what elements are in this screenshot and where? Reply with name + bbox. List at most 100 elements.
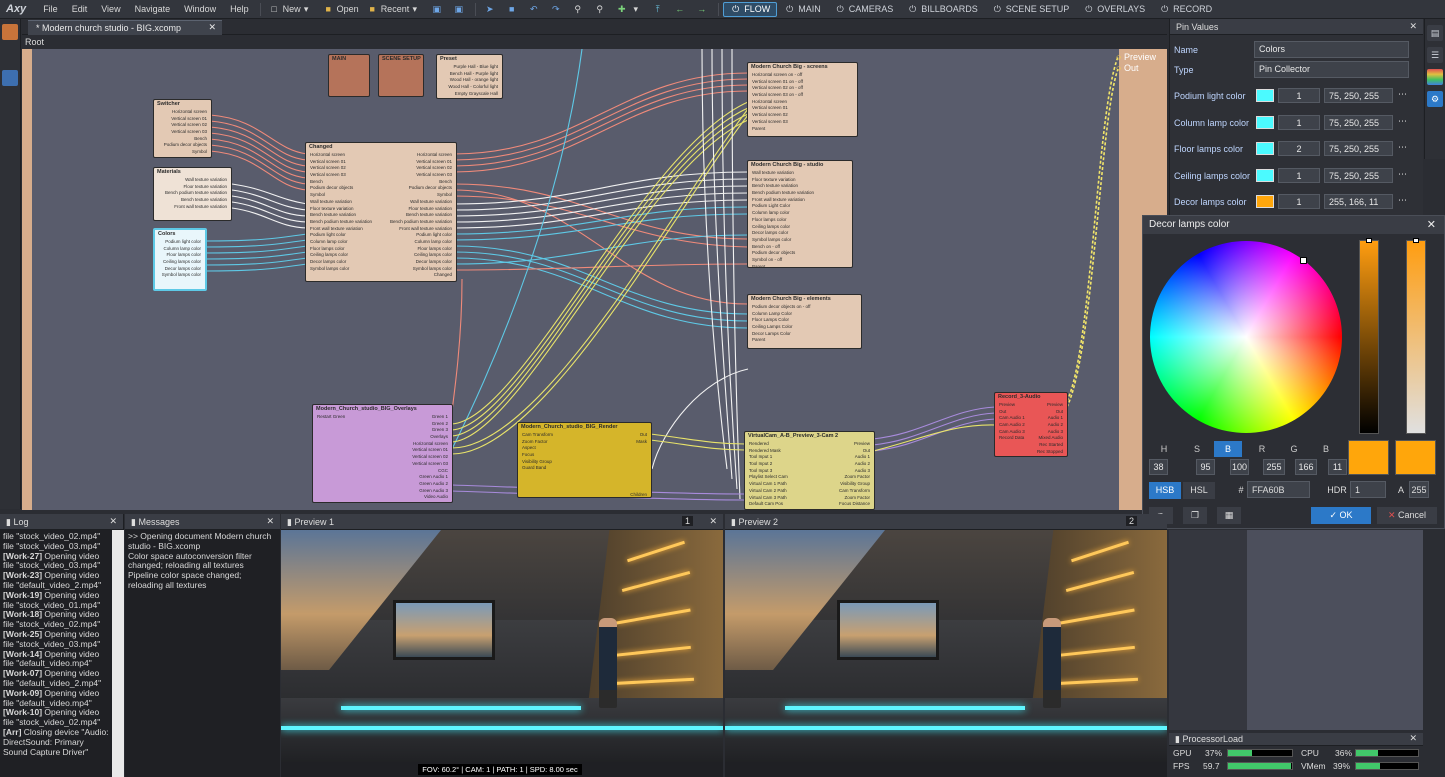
recent-button[interactable]: ■ Recent ▾ (363, 4, 428, 15)
node-output-pin[interactable]: Green Audio 1 (408, 474, 452, 481)
node-pin[interactable]: Symbol lamps color (748, 237, 852, 244)
node-pin[interactable]: Vertical screen 03 (154, 129, 211, 136)
node-scene-setup[interactable]: SCENE SETUP (378, 54, 424, 97)
node-output-pin[interactable]: Changed (386, 272, 456, 279)
pin-count-input[interactable]: 1 (1278, 88, 1320, 103)
node-input-pin[interactable]: Virtual Cam 1 Path (745, 481, 792, 488)
node-pin[interactable]: Bench Hall - Purple light (437, 71, 502, 78)
node-output-pin[interactable] (612, 459, 651, 466)
close-icon[interactable]: ✕ (1409, 21, 1417, 32)
node-input-pin[interactable]: Rendered (745, 441, 792, 448)
node-pin[interactable]: Podium decor objects (748, 250, 852, 257)
node-input-pin[interactable]: Restart Green (313, 414, 349, 421)
node-output-pin[interactable]: Focus Distance (835, 501, 874, 508)
node-pin[interactable]: Horizontal screen (154, 109, 211, 116)
menu-file[interactable]: File (36, 4, 65, 14)
node-output-pin[interactable]: Audio 3 (1033, 429, 1067, 436)
node-output-pin[interactable]: CGC (408, 468, 452, 475)
node-output-pin[interactable]: Green Audio 2 (408, 481, 452, 488)
node-output-pin[interactable]: Mixed Audio (1033, 435, 1067, 442)
node-input-pin[interactable]: Record Data (995, 435, 1029, 442)
node-pin[interactable]: Vertical screen 02 (748, 112, 857, 119)
node-output-pin[interactable]: Floor texture variation (386, 206, 456, 213)
channel-r-label[interactable]: R (1248, 441, 1276, 457)
save-button[interactable]: ▣ (427, 4, 449, 15)
node-pin[interactable]: Symbol on - off (748, 257, 852, 264)
node-input-pin[interactable]: Cam Audio 3 (995, 429, 1029, 436)
node-output-pin[interactable]: Vertical screen 01 (386, 159, 456, 166)
channel-b-input[interactable]: 100 (1230, 459, 1249, 475)
menu-window[interactable]: Window (177, 4, 223, 14)
node-pin[interactable]: Vertical screen 01 (748, 105, 857, 112)
node-input-pin[interactable]: Guard Band (518, 465, 557, 472)
node-pin[interactable]: Bench podium texture variation (154, 190, 231, 197)
node-output-pin[interactable]: Audio 1 (1033, 415, 1067, 422)
node-switcher[interactable]: Switcher Horizontal screen Vertical screen… (153, 99, 212, 158)
node-input-pin[interactable]: Default Cam Pos (745, 501, 792, 508)
rect-tool-button[interactable]: ■ (502, 4, 524, 15)
node-pin[interactable]: Ceiling lamps color (155, 259, 205, 266)
node-output-pin[interactable]: Bench podium texture variation (386, 219, 456, 226)
preview-2-viewport[interactable] (725, 530, 1167, 762)
node-input-pin[interactable]: Tool Input 1 (745, 454, 792, 461)
hsb-mode-button[interactable]: HSB (1149, 482, 1181, 499)
node-input-pin[interactable]: Rendered Mask (745, 448, 792, 455)
alpha-slider-handle[interactable] (1413, 238, 1419, 243)
preview-1-selector[interactable]: 1 (681, 516, 693, 526)
node-output-pin[interactable]: Podium decor objects (386, 185, 456, 192)
mode-scene-setup[interactable]: ⏻ SCENE SETUP (985, 4, 1077, 15)
node-pin[interactable]: Decor Lamps Color (748, 331, 861, 338)
node-output-pin[interactable]: Preview (1033, 402, 1067, 409)
palette-icon[interactable] (1427, 69, 1443, 85)
node-input-pin[interactable]: Preview (995, 402, 1029, 409)
node-pin[interactable]: Empty Grayscale Hall (437, 91, 502, 98)
node-preset[interactable]: Preset Purple Hall - Blue light Bench Hall… (436, 54, 503, 99)
node-output-pin[interactable]: Green Audio 3 (408, 488, 452, 495)
node-input-pin[interactable]: Tool Input 2 (745, 461, 792, 468)
node-output-pin[interactable]: Children (612, 492, 651, 497)
node-pin[interactable]: Column Lamp Color (748, 311, 861, 318)
mode-main[interactable]: ⏻ MAIN (777, 4, 828, 15)
color-swatch[interactable] (1256, 195, 1274, 208)
channel-r-input[interactable]: 255 (1263, 459, 1285, 475)
menu-edit[interactable]: Edit (65, 4, 95, 14)
node-output-pin[interactable]: Audio 2 (1033, 422, 1067, 429)
node-output-pin[interactable]: Mask (612, 439, 651, 446)
more-icon[interactable]: ⋯ (1398, 89, 1407, 100)
close-icon[interactable]: ✕ (1427, 218, 1436, 231)
node-output-pin[interactable]: Overlays (408, 434, 452, 441)
node-input-pin[interactable]: Bench podium texture variation (306, 219, 376, 226)
node-pin[interactable]: Parent (748, 126, 857, 133)
color-swatch[interactable] (1256, 115, 1274, 129)
node-input-pin[interactable]: Decor lamps color (306, 259, 376, 266)
node-pin[interactable]: Podium decor objects (154, 142, 211, 149)
node-input-pin[interactable]: Podium light color (306, 232, 376, 239)
node-studio[interactable]: Modern Church Big - studio Wall texture v… (747, 160, 853, 268)
node-pin[interactable]: Wood Hall - orange light (437, 77, 502, 84)
node-output-pin[interactable]: Horizontal screen (408, 441, 452, 448)
preview-1-viewport[interactable] (281, 530, 723, 762)
node-output-pin[interactable]: Rec Started (1033, 442, 1067, 449)
node-input-pin[interactable]: Virtual Cam 2 Path (745, 488, 792, 495)
node-output-pin[interactable]: Audio 1 (835, 454, 874, 461)
channel-blue-input[interactable]: 11 (1328, 459, 1347, 475)
channel-g-label[interactable]: G (1280, 441, 1308, 457)
node-pin[interactable]: Bench texture variation (154, 197, 231, 204)
node-pin[interactable]: Vertical screen 03 (748, 119, 857, 126)
node-pin[interactable]: Podium Light Color (748, 203, 852, 210)
node-input-pin[interactable]: Out (995, 409, 1029, 416)
mode-record[interactable]: ⏻ RECORD (1152, 4, 1219, 15)
channel-h-input[interactable]: 38 (1149, 459, 1168, 475)
node-input-pin[interactable]: Front wall texture variation (306, 226, 376, 233)
node-pin[interactable]: Floor texture variation (154, 184, 231, 191)
mode-overlays[interactable]: ⏻ OVERLAYS (1076, 4, 1152, 15)
node-output-pin[interactable]: Wall texture variation (386, 199, 456, 206)
node-input-pin[interactable]: Ceiling lamps color (306, 252, 376, 259)
document-tab[interactable]: * Modern church studio - BIG.xcomp ✕ (28, 20, 222, 35)
channel-s-label[interactable]: S (1183, 441, 1211, 457)
copy-icon[interactable]: ❐ (1183, 507, 1207, 524)
alpha-input[interactable]: 255 (1409, 481, 1429, 498)
node-overlays[interactable]: Modern_Church_studio_BIG_Overlays Restart… (312, 404, 453, 503)
node-changed[interactable]: Changed Horizontal screen Vertical screen … (305, 142, 457, 282)
pin-count-input[interactable]: 1 (1278, 114, 1320, 130)
